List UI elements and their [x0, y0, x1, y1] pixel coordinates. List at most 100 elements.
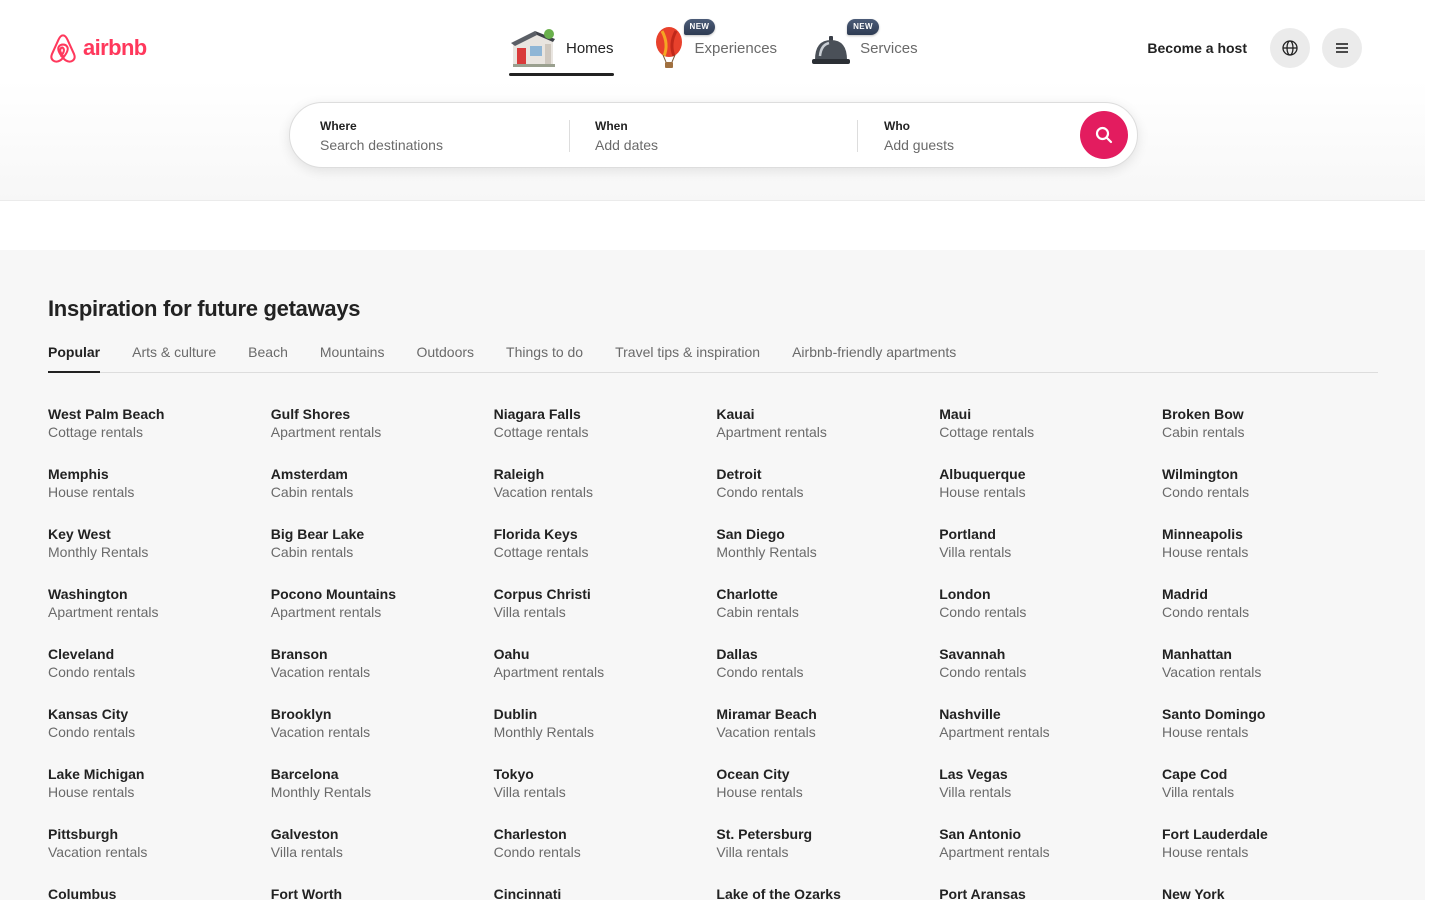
destination-link[interactable]: Brooklyn Vacation rentals	[271, 705, 494, 765]
destination-name: Fort Worth	[270, 886, 343, 900]
destination-name: Miramar Beach	[716, 706, 817, 722]
destination-link[interactable]: Fort Worth	[271, 885, 494, 900]
destination-link[interactable]: Broken Bow Cabin rentals	[1162, 405, 1385, 465]
destination-link[interactable]: Minneapolis House rentals	[1162, 525, 1385, 585]
destination-link[interactable]: Galveston Villa rentals	[271, 825, 494, 885]
destination-type: House rentals	[939, 484, 1026, 500]
destination-link[interactable]: Albuquerque House rentals	[939, 465, 1162, 525]
destination-link[interactable]: Kauai Apartment rentals	[716, 405, 939, 465]
language-button[interactable]	[1270, 28, 1310, 68]
destination-link[interactable]: Fort Lauderdale House rentals	[1162, 825, 1385, 885]
category-tab[interactable]: Airbnb-friendly apartments	[792, 344, 956, 372]
destination-name: Oahu	[493, 646, 530, 662]
category-tab[interactable]: Arts & culture	[132, 344, 216, 372]
destination-link[interactable]: San Diego Monthly Rentals	[716, 525, 939, 585]
destination-name: Washington	[48, 586, 128, 602]
tab-services[interactable]: NEW Services	[811, 19, 918, 74]
destination-link[interactable]: Pittsburgh Vacation rentals	[48, 825, 271, 885]
destination-link[interactable]: Niagara Falls Cottage rentals	[494, 405, 717, 465]
tab-homes[interactable]: Homes	[509, 22, 614, 76]
category-tab[interactable]: Things to do	[506, 344, 583, 372]
when-field[interactable]: When Add dates	[595, 103, 845, 167]
destination-link[interactable]: Gulf Shores Apartment rentals	[271, 405, 494, 465]
destination-name: Dublin	[493, 706, 538, 722]
destination-link[interactable]: Kansas City Condo rentals	[48, 705, 271, 765]
destination-link[interactable]: San Antonio Apartment rentals	[939, 825, 1162, 885]
main-menu-button[interactable]	[1322, 28, 1362, 68]
destination-link[interactable]: New York	[1162, 885, 1385, 900]
destination-type: Apartment rentals	[48, 604, 159, 620]
destination-link[interactable]: Tokyo Villa rentals	[494, 765, 717, 825]
destination-link[interactable]: Raleigh Vacation rentals	[494, 465, 717, 525]
destination-link[interactable]: Columbus	[48, 885, 271, 900]
new-badge: NEW	[683, 19, 716, 35]
destination-link[interactable]: Oahu Apartment rentals	[494, 645, 717, 705]
who-label: Who	[884, 119, 910, 133]
tab-experiences[interactable]: NEW Experiences	[652, 19, 777, 74]
category-tab[interactable]: Mountains	[320, 344, 385, 372]
destination-link[interactable]: Dublin Monthly Rentals	[494, 705, 717, 765]
destination-type: Apartment rentals	[493, 664, 605, 680]
destination-name: Cincinnati	[493, 886, 562, 900]
destination-link[interactable]: Lake Michigan House rentals	[48, 765, 271, 825]
category-tab[interactable]: Outdoors	[416, 344, 474, 372]
destination-name: Santo Domingo	[1161, 706, 1266, 722]
search-button[interactable]	[1080, 111, 1128, 159]
destination-link[interactable]: Memphis House rentals	[48, 465, 271, 525]
destination-name: Florida Keys	[493, 526, 578, 542]
destination-name: Big Bear Lake	[270, 526, 365, 542]
destination-link[interactable]: Amsterdam Cabin rentals	[271, 465, 494, 525]
destination-name: Barcelona	[270, 766, 339, 782]
destination-link[interactable]: West Palm Beach Cottage rentals	[48, 405, 271, 465]
destination-name: Memphis	[48, 466, 109, 482]
destination-link[interactable]: Lake of the Ozarks	[716, 885, 939, 900]
destination-link[interactable]: Detroit Condo rentals	[716, 465, 939, 525]
destination-link[interactable]: Nashville Apartment rentals	[939, 705, 1162, 765]
who-input[interactable]: Add guests	[884, 136, 1064, 154]
destination-link[interactable]: Dallas Condo rentals	[716, 645, 939, 705]
become-host-link[interactable]: Become a host	[1147, 40, 1247, 56]
when-input[interactable]: Add dates	[595, 136, 845, 154]
destination-link[interactable]: Wilmington Condo rentals	[1162, 465, 1385, 525]
destination-link[interactable]: Florida Keys Cottage rentals	[494, 525, 717, 585]
destination-link[interactable]: Portland Villa rentals	[939, 525, 1162, 585]
category-tab[interactable]: Beach	[248, 344, 288, 372]
destination-link[interactable]: Branson Vacation rentals	[271, 645, 494, 705]
destination-link[interactable]: Miramar Beach Vacation rentals	[716, 705, 939, 765]
destination-link[interactable]: Key West Monthly Rentals	[48, 525, 271, 585]
destination-link[interactable]: Maui Cottage rentals	[939, 405, 1162, 465]
destination-link[interactable]: Las Vegas Villa rentals	[939, 765, 1162, 825]
destination-link[interactable]: Ocean City House rentals	[716, 765, 939, 825]
destination-link[interactable]: Charlotte Cabin rentals	[716, 585, 939, 645]
destination-link[interactable]: Port Aransas	[939, 885, 1162, 900]
destination-link[interactable]: Pocono Mountains Apartment rentals	[271, 585, 494, 645]
destination-link[interactable]: Manhattan Vacation rentals	[1162, 645, 1385, 705]
destination-link[interactable]: Cape Cod Villa rentals	[1162, 765, 1385, 825]
destination-link[interactable]: Corpus Christi Villa rentals	[494, 585, 717, 645]
destination-type: Villa rentals	[939, 784, 1012, 800]
destination-link[interactable]: Washington Apartment rentals	[48, 585, 271, 645]
destination-link[interactable]: Cleveland Condo rentals	[48, 645, 271, 705]
destination-type: Condo rentals	[493, 844, 581, 860]
destination-link[interactable]: Barcelona Monthly Rentals	[271, 765, 494, 825]
where-input[interactable]: Search destinations	[320, 136, 560, 154]
destination-type: Villa rentals	[939, 544, 1012, 560]
destination-link[interactable]: Cincinnati	[494, 885, 717, 900]
destination-type: Monthly Rentals	[270, 784, 372, 800]
who-field[interactable]: Who Add guests	[884, 103, 1064, 167]
category-tab[interactable]: Travel tips & inspiration	[615, 344, 760, 372]
destination-link[interactable]: Santo Domingo House rentals	[1162, 705, 1385, 765]
destination-link[interactable]: St. Petersburg Villa rentals	[716, 825, 939, 885]
where-field[interactable]: Where Search destinations	[320, 103, 560, 167]
destination-link[interactable]: Charleston Condo rentals	[494, 825, 717, 885]
destination-link[interactable]: Madrid Condo rentals	[1162, 585, 1385, 645]
destination-name: New York	[1161, 886, 1225, 900]
destination-link[interactable]: Savannah Condo rentals	[939, 645, 1162, 705]
airbnb-logo[interactable]: airbnb	[48, 32, 147, 64]
destination-link[interactable]: Big Bear Lake Cabin rentals	[271, 525, 494, 585]
destination-name: Columbus	[48, 886, 117, 900]
destination-link[interactable]: London Condo rentals	[939, 585, 1162, 645]
destination-name: Fort Lauderdale	[1161, 826, 1268, 842]
destination-type: House rentals	[716, 784, 803, 800]
category-tab[interactable]: Popular	[48, 344, 101, 373]
